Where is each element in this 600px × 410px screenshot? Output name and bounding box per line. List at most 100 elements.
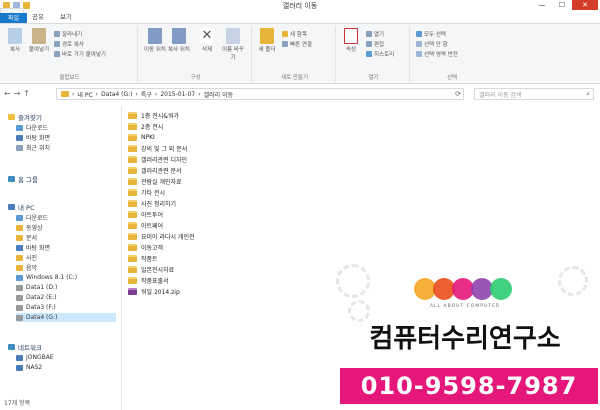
nav-item-label: JONGBAE — [26, 354, 54, 361]
forward-button[interactable]: → — [14, 89, 21, 98]
nav-item-drive-c[interactable]: Windows 8.1 (C:) — [16, 273, 77, 282]
nav-item-label: Windows 8.1 (C:) — [26, 274, 78, 281]
nav-item-label: 최근 위치 — [26, 145, 50, 152]
list-item[interactable]: 요미아 라다시 개인전 — [128, 231, 195, 241]
folder-icon — [128, 155, 137, 163]
paste-shortcut-button[interactable]: 바로 가기 붙여넣기 — [54, 50, 106, 58]
file-name: 갤러리관련 디자인 — [141, 156, 188, 164]
nav-item-downloads-pc[interactable]: 다운로드 — [16, 213, 48, 222]
rename-button[interactable]: 이름 바꾸기 — [222, 28, 244, 61]
nav-item-desktop-pc[interactable]: 바탕 화면 — [16, 243, 50, 252]
list-item[interactable]: 일본전시자료 — [128, 264, 174, 274]
nav-item-drive-g[interactable]: Data4 (G:) — [16, 313, 116, 322]
folder-icon — [128, 232, 137, 240]
list-item[interactable]: 관람실 개인자료 — [128, 176, 182, 186]
breadcrumb-date-folder[interactable]: 2015-01-07 — [160, 91, 195, 98]
list-item[interactable]: 워일 2014.zip — [128, 286, 180, 296]
easy-access-icon — [282, 41, 288, 47]
breadcrumb-current[interactable]: 갤러리 이동 — [204, 90, 234, 99]
list-item[interactable]: 아트투어 — [128, 209, 163, 219]
close-button[interactable]: ✕ — [572, 0, 598, 10]
download-icon — [16, 124, 23, 131]
list-item[interactable]: 이동고객 — [128, 242, 163, 252]
move-to-button[interactable]: 이동 위치 — [144, 28, 166, 53]
minimize-button[interactable]: — — [532, 0, 552, 10]
file-name: NPKI — [141, 133, 155, 141]
delete-button[interactable]: ✕ 삭제 — [196, 28, 218, 53]
nav-item-drive-f[interactable]: Data3 (F:) — [16, 303, 56, 312]
nav-item-drive-d[interactable]: Data1 (D:) — [16, 283, 57, 292]
breadcrumb-drive[interactable]: Data4 (G:) — [101, 91, 132, 98]
refresh-icon[interactable]: ⟳ — [455, 90, 461, 98]
history-button[interactable]: 히스토리 — [366, 50, 394, 58]
nav-homegroup[interactable]: 홈 그룹 — [8, 174, 38, 184]
nav-item-videos[interactable]: 동영상 — [16, 223, 43, 232]
nav-item-pictures[interactable]: 사진 — [16, 253, 37, 262]
nav-item-recent[interactable]: 최근 위치 — [16, 143, 50, 152]
nav-item-drive-e[interactable]: Data2 (E:) — [16, 293, 57, 302]
back-button[interactable]: ← — [4, 89, 11, 98]
nav-item-desktop[interactable]: 바탕 화면 — [16, 133, 50, 142]
nav-item-label: 동영상 — [26, 225, 43, 232]
list-item[interactable]: 강의 및 그 외 문서 — [128, 143, 187, 153]
paste-button[interactable]: 붙여넣기 — [28, 28, 50, 53]
copy-button[interactable]: 복사 — [4, 28, 26, 53]
nav-item-label: NAS2 — [26, 364, 43, 371]
scissors-icon — [54, 31, 60, 37]
select-none-button[interactable]: 선택 안 함 — [416, 40, 448, 48]
search-input[interactable]: 갤러리 이동 검색 ⌕ — [474, 88, 594, 100]
open-button[interactable]: 열기 — [366, 30, 384, 38]
nav-item-downloads[interactable]: 다운로드 — [16, 123, 48, 132]
folder-icon — [128, 210, 137, 218]
tab-file[interactable]: 파일 — [0, 13, 28, 23]
copy-path-button[interactable]: 경로 복사 — [54, 40, 84, 48]
documents-folder-icon — [16, 234, 23, 241]
tab-share[interactable]: 공유 — [24, 10, 52, 23]
cut-button[interactable]: 잘라내기 — [54, 30, 82, 38]
easy-access-button[interactable]: 빠른 연결 — [282, 40, 312, 48]
new-folder-label: 새 폴더 — [258, 47, 276, 53]
folder-icon — [128, 199, 137, 207]
nav-network[interactable]: 네트워크 — [8, 342, 42, 352]
select-all-button[interactable]: 모두 선택 — [416, 30, 446, 38]
nav-item-label: Data2 (E:) — [26, 294, 57, 301]
search-placeholder: 갤러리 이동 검색 — [479, 91, 522, 99]
breadcrumb-folder[interactable]: 특구 — [141, 90, 152, 99]
tab-view[interactable]: 보기 — [52, 10, 80, 23]
nav-item-label: 바탕 화면 — [26, 245, 50, 252]
window-controls: — ☐ ✕ — [532, 0, 598, 10]
edit-button[interactable]: 편집 — [366, 40, 384, 48]
up-button[interactable]: ↑ — [23, 89, 30, 98]
nav-item-music[interactable]: 음악 — [16, 263, 37, 272]
nav-favorites[interactable]: 즐겨찾기 — [8, 112, 42, 122]
list-item[interactable]: NPKI — [128, 132, 155, 142]
new-item-button[interactable]: 새 항목 — [282, 30, 307, 38]
file-name: 2층 전시 — [141, 123, 164, 131]
list-item[interactable]: 아트페어 — [128, 220, 163, 230]
nav-item-label: Data1 (D:) — [26, 284, 58, 291]
list-item[interactable]: 작품표출서 — [128, 275, 169, 285]
address-bar[interactable]: › 내 PC › Data4 (G:) › 특구 › 2015-01-07 › … — [56, 88, 464, 100]
list-item[interactable]: 기타 전시 — [128, 187, 165, 197]
list-item[interactable]: 1층 전시&워가 — [128, 110, 179, 120]
list-item[interactable]: 갤러리관련 디자인 — [128, 154, 187, 164]
list-item[interactable]: 사진 정리하기 — [128, 198, 176, 208]
copy-to-button[interactable]: 복사 위치 — [168, 28, 190, 53]
logo-circle — [490, 278, 512, 300]
invert-selection-button[interactable]: 선택 영역 반전 — [416, 50, 458, 58]
desktop-icon — [16, 244, 23, 251]
nav-item-nas2[interactable]: NAS2 — [16, 363, 42, 372]
list-item[interactable]: 2층 전시 — [128, 121, 163, 131]
list-item[interactable]: 작품트 — [128, 253, 158, 263]
nav-this-pc[interactable]: 내 PC — [8, 202, 35, 212]
breadcrumb-this-pc[interactable]: 내 PC — [77, 90, 92, 99]
maximize-button[interactable]: ☐ — [552, 0, 572, 10]
windows-drive-icon — [16, 274, 23, 281]
properties-button[interactable]: 속성 — [340, 28, 362, 53]
ad-phone-number: 010-9598-7987 — [340, 368, 598, 404]
list-item[interactable]: 갤러리관련 문서 — [128, 165, 182, 175]
delete-label: 삭제 — [201, 47, 213, 53]
nav-item-jongbae[interactable]: JONGBAE — [16, 353, 54, 362]
new-folder-button[interactable]: 새 폴더 — [256, 28, 278, 53]
nav-item-documents[interactable]: 문서 — [16, 233, 37, 242]
